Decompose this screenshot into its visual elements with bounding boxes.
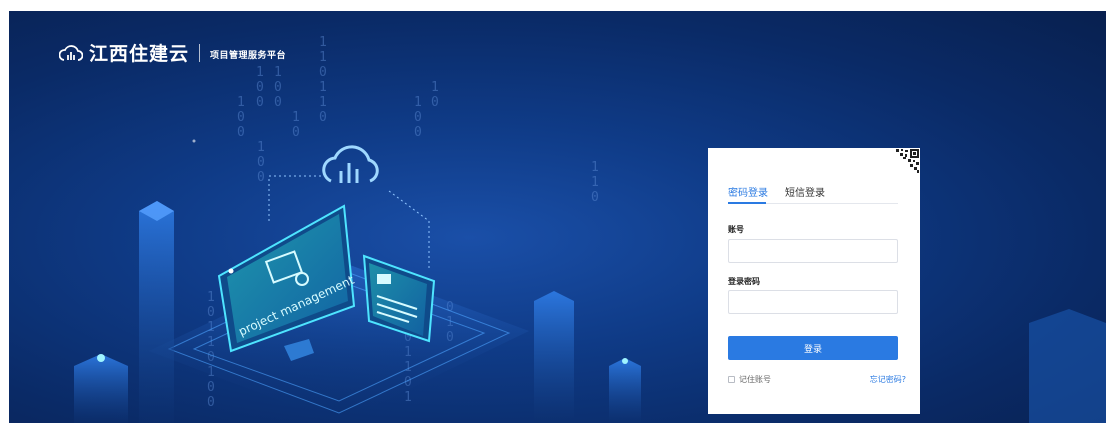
header-divider	[199, 43, 201, 62]
brand-header: 江西住建云 项目管理服务平台	[59, 39, 286, 66]
svg-text:1: 1	[257, 140, 265, 155]
app-subtitle: 项目管理服务平台	[210, 51, 287, 61]
svg-text:0: 0	[256, 95, 264, 110]
cloud-bars-icon	[59, 44, 83, 61]
remember-account[interactable]: 记住账号	[728, 374, 771, 385]
building-far-right	[1029, 309, 1106, 423]
svg-text:0: 0	[207, 380, 215, 395]
password-label: 登录密码	[728, 277, 760, 286]
svg-text:0: 0	[414, 110, 422, 125]
account-label: 账号	[728, 225, 744, 234]
svg-text:0: 0	[274, 80, 282, 95]
svg-text:0: 0	[256, 80, 264, 95]
svg-text:0: 0	[292, 125, 300, 140]
svg-text:0: 0	[319, 110, 327, 125]
svg-text:1: 1	[591, 175, 599, 190]
svg-text:0: 0	[414, 125, 422, 140]
login-button[interactable]: 登录	[728, 336, 898, 360]
building-mid	[534, 291, 574, 423]
login-tabs: 密码登录 短信登录	[728, 184, 898, 204]
svg-text:1: 1	[274, 65, 282, 80]
svg-text:0: 0	[257, 170, 265, 185]
svg-text:1: 1	[237, 95, 245, 110]
svg-text:0: 0	[431, 95, 439, 110]
remember-checkbox[interactable]	[728, 376, 735, 383]
svg-text:1: 1	[319, 95, 327, 110]
svg-text:0: 0	[319, 65, 327, 80]
svg-text:1: 1	[404, 390, 412, 405]
svg-text:0: 0	[257, 155, 265, 170]
svg-text:1: 1	[256, 65, 264, 80]
hero-illustration: 110110 110000 100 10 100 10 100 110 1011…	[74, 35, 1106, 423]
active-tab-indicator	[728, 202, 766, 204]
svg-text:1: 1	[292, 110, 300, 125]
svg-text:1: 1	[319, 35, 327, 50]
tab-password-login[interactable]: 密码登录	[728, 184, 768, 199]
login-card: 密码登录 短信登录 账号 登录密码 登录 记住账号 忘记密码?	[708, 148, 920, 414]
svg-text:0: 0	[237, 110, 245, 125]
svg-text:0: 0	[591, 190, 599, 205]
svg-text:0: 0	[237, 125, 245, 140]
password-input[interactable]	[728, 290, 898, 314]
svg-text:0: 0	[274, 95, 282, 110]
svg-text:1: 1	[431, 80, 439, 95]
svg-text:1: 1	[319, 50, 327, 65]
svg-text:0: 0	[207, 305, 215, 320]
account-input[interactable]	[728, 239, 898, 263]
building-left-2	[74, 354, 128, 423]
svg-text:1: 1	[319, 80, 327, 95]
forgot-password-link[interactable]: 忘记密码?	[870, 374, 906, 385]
remember-label: 记住账号	[739, 375, 771, 384]
svg-text:1: 1	[591, 160, 599, 175]
cloud-chart-icon	[322, 145, 379, 183]
building-left-1	[139, 201, 174, 423]
svg-text:1: 1	[207, 290, 215, 305]
sparkle	[192, 139, 234, 274]
app-title: 江西住建云	[89, 43, 190, 65]
svg-text:1: 1	[414, 95, 422, 110]
tab-sms-login[interactable]: 短信登录	[785, 184, 825, 199]
login-page-background: 110110 110000 100 10 100 10 100 110 1011…	[9, 11, 1106, 423]
building-right	[609, 358, 641, 423]
qr-code-icon[interactable]	[888, 148, 920, 180]
svg-text:0: 0	[207, 395, 215, 410]
